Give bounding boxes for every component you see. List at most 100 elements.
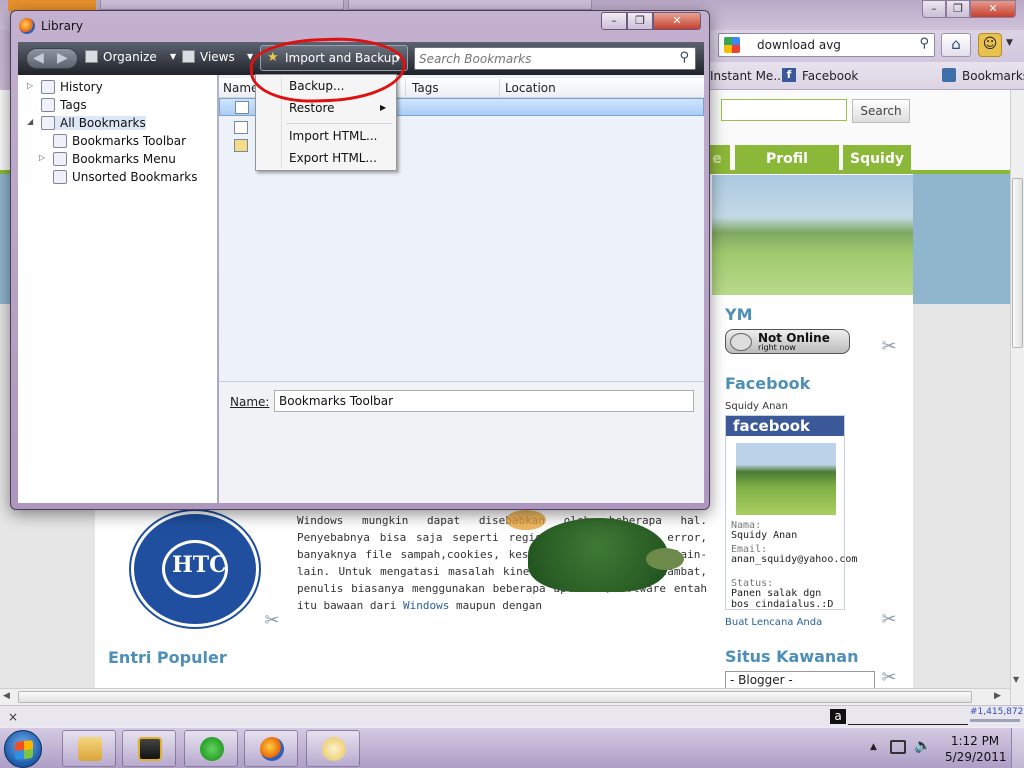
tree-item-history[interactable]: ▷ History xyxy=(27,80,103,94)
show-desktop-button[interactable] xyxy=(1011,728,1024,768)
back-arrow-icon[interactable]: ◀ xyxy=(33,50,44,66)
taskbar-explorer[interactable] xyxy=(62,730,116,767)
edit-tools-icon[interactable]: ✂ xyxy=(879,610,899,630)
badge-link[interactable]: Buat Lencana Anda xyxy=(725,617,822,628)
tree-item-unsorted-bookmarks[interactable]: Unsorted Bookmarks xyxy=(53,170,197,184)
scroll-left-icon[interactable]: ◀ xyxy=(3,691,10,701)
tree-item-all-bookmarks[interactable]: ◢ All Bookmarks xyxy=(27,116,146,130)
start-button[interactable] xyxy=(4,730,42,768)
facebook-icon: f xyxy=(782,68,796,82)
facebook-owner-link[interactable]: Squidy Anan xyxy=(725,401,788,412)
menu-item-restore[interactable]: Restore xyxy=(289,101,335,115)
network-icon[interactable] xyxy=(890,740,906,754)
collapse-icon[interactable]: ◢ xyxy=(27,117,33,126)
taskbar-winamp[interactable] xyxy=(122,730,176,767)
search-icon[interactable]: ⚲ xyxy=(919,36,929,51)
column-location[interactable]: Location xyxy=(505,81,556,95)
bookmarks-menu-button[interactable]: Bookmarks xyxy=(962,69,1024,83)
facebook-badge[interactable]: facebook Nama: Squidy Anan Email: anan_s… xyxy=(725,415,857,610)
star-icon: ★ xyxy=(267,50,279,65)
views-button[interactable]: Views xyxy=(182,50,235,64)
taskbar-paint[interactable] xyxy=(306,730,360,767)
tray-expand-icon[interactable]: ▲ xyxy=(870,742,877,752)
blogger-select[interactable]: - Blogger - xyxy=(725,671,875,689)
maximize-button[interactable]: ❐ xyxy=(946,0,970,18)
tab-squidy[interactable]: Squidy xyxy=(843,145,911,173)
bookmark-facebook[interactable]: Facebook xyxy=(802,69,858,83)
vertical-scrollbar[interactable]: ▲ ▼ xyxy=(1010,90,1024,705)
article-tail: maupun dengan xyxy=(455,598,543,612)
library-toolbar: ◀ ▶ Organize ▼ Views ▼ ★ Import and Back… xyxy=(18,42,704,75)
scroll-thumb[interactable] xyxy=(18,691,972,703)
forward-arrow-icon[interactable]: ▶ xyxy=(57,50,68,66)
google-icon xyxy=(724,37,740,53)
web-search-box[interactable]: download avg ⚲ xyxy=(718,33,935,57)
extension-button[interactable]: ☺ xyxy=(978,33,1002,57)
minimize-button[interactable]: – xyxy=(601,12,627,30)
htc-logo: HTC xyxy=(131,511,259,627)
browser-tab[interactable] xyxy=(348,0,592,10)
firefox-icon xyxy=(260,737,284,761)
blog-search-button[interactable]: Search xyxy=(852,99,910,123)
expand-icon[interactable]: ▷ xyxy=(39,153,45,162)
close-button[interactable]: ✕ xyxy=(653,12,701,30)
clock-date[interactable]: 5/29/2011 xyxy=(945,750,1007,764)
htc-logo-letters: HTC xyxy=(172,552,227,578)
volume-icon[interactable]: 🔈 xyxy=(914,738,931,754)
search-bookmarks-box[interactable]: ⚲ xyxy=(414,47,696,70)
green-app-icon xyxy=(200,737,224,761)
close-button[interactable]: ✕ xyxy=(970,0,1016,18)
tab-profil-penulis[interactable]: Profil Penulis xyxy=(735,145,839,195)
rank-bar xyxy=(970,719,1020,722)
clock-time[interactable]: 1:12 PM xyxy=(950,734,1000,748)
minimize-button[interactable]: – xyxy=(922,0,946,18)
menu-item-backup[interactable]: Backup... xyxy=(289,79,344,93)
name-field[interactable]: Bookmarks Toolbar xyxy=(274,390,694,412)
tree-item-bookmarks-toolbar[interactable]: Bookmarks Toolbar xyxy=(53,134,186,148)
windows-link[interactable]: Windows xyxy=(403,599,449,612)
browser-tab[interactable] xyxy=(100,0,344,10)
edit-tools-icon[interactable]: ✂ xyxy=(879,337,899,357)
smiley-icon: ☺ xyxy=(982,36,998,52)
ym-substatus-text: right now xyxy=(758,343,796,352)
column-divider[interactable] xyxy=(499,79,500,97)
ym-heading: YM xyxy=(725,305,753,324)
alexa-icon[interactable]: a xyxy=(830,709,846,724)
maximize-button[interactable]: ❐ xyxy=(627,12,653,30)
column-name[interactable]: Name xyxy=(223,81,258,95)
import-backup-menu: Backup... Restore ▶ Import HTML... Expor… xyxy=(255,74,397,171)
menu-icon[interactable] xyxy=(234,121,248,134)
search-bookmarks-input[interactable] xyxy=(419,50,669,68)
clock-icon xyxy=(41,80,55,94)
bookmark-instant[interactable]: Instant Me... xyxy=(710,69,785,83)
column-divider[interactable] xyxy=(405,79,406,97)
ym-status-badge[interactable]: Not Online right now xyxy=(725,329,850,354)
entri-populer-heading: Entri Populer xyxy=(108,648,227,667)
edit-tools-icon[interactable]: ✂ xyxy=(879,668,899,688)
chevron-down-icon[interactable]: ▼ xyxy=(247,52,253,61)
scroll-right-icon[interactable]: ▶ xyxy=(994,691,1001,701)
search-icon[interactable]: ⚲ xyxy=(679,50,689,65)
menu-item-export-html[interactable]: Export HTML... xyxy=(289,151,377,165)
horizontal-scrollbar[interactable]: ◀ ▶ xyxy=(0,688,1010,705)
expand-icon[interactable]: ▷ xyxy=(27,81,33,90)
close-icon[interactable]: × xyxy=(8,710,18,724)
chevron-down-icon[interactable]: ▼ xyxy=(170,52,176,61)
scroll-down-icon[interactable]: ▼ xyxy=(1013,675,1019,684)
chevron-down-icon[interactable]: ▼ xyxy=(1006,38,1013,48)
taskbar-firefox[interactable] xyxy=(244,730,298,767)
folder-icon[interactable] xyxy=(234,139,248,152)
scroll-thumb[interactable] xyxy=(1012,178,1023,348)
taskbar-app[interactable] xyxy=(184,730,238,767)
tree-item-tags[interactable]: Tags xyxy=(41,98,87,112)
home-button[interactable]: ⌂ xyxy=(941,33,971,57)
organize-button[interactable]: Organize xyxy=(85,50,157,64)
import-backup-button[interactable]: ★ Import and Backup ▼ xyxy=(260,45,408,71)
column-tags[interactable]: Tags xyxy=(412,81,439,95)
flame-graphic xyxy=(506,510,546,530)
tree-item-bookmarks-menu[interactable]: ▷ Bookmarks Menu xyxy=(39,152,176,166)
back-forward-buttons[interactable]: ◀ ▶ xyxy=(26,48,78,69)
menu-item-import-html[interactable]: Import HTML... xyxy=(289,129,377,143)
blog-search-input[interactable] xyxy=(721,99,847,121)
edit-tools-icon[interactable]: ✂ xyxy=(262,611,282,631)
